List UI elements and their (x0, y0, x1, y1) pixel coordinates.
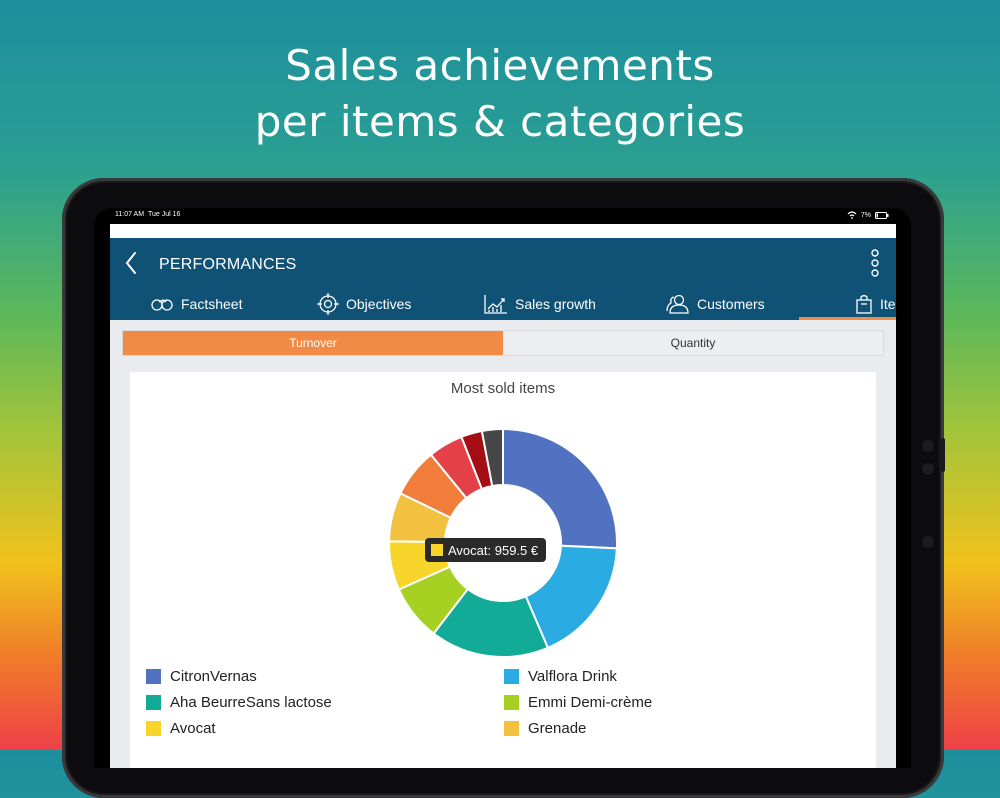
legend-label: Avocat (170, 720, 216, 737)
side-sensor (922, 536, 934, 548)
legend-swatch (504, 695, 519, 710)
battery-percent: 7% (860, 211, 871, 219)
users-icon (666, 294, 689, 314)
tooltip-swatch (431, 544, 443, 556)
legend-item[interactable]: CitronVernas (146, 668, 257, 685)
page-title: PERFORMANCES (159, 256, 297, 273)
volume-button (941, 438, 945, 472)
tab-label: Factsheet (181, 296, 243, 312)
metric-toggle: Turnover Quantity (122, 330, 884, 356)
quantity-button[interactable]: Quantity (503, 331, 883, 355)
status-right: 7% (847, 211, 889, 219)
donut-chart (387, 427, 618, 658)
chart-card: Most sold items Avocat: 959.5 € CitronVe… (130, 372, 876, 768)
tab-items[interactable]: Ite (855, 288, 896, 320)
tab-customers[interactable]: Customers (666, 288, 765, 320)
legend-item[interactable]: Valflora Drink (504, 668, 617, 685)
more-options-button[interactable] (870, 248, 880, 278)
tab-label: Ite (880, 296, 896, 312)
app-top-strip (110, 224, 896, 238)
legend-swatch (146, 721, 161, 736)
content-area: Turnover Quantity Most sold items Avocat… (110, 320, 896, 768)
app-window: PERFORMANCES Factsheet Objectives Sales … (110, 224, 896, 768)
more-vertical-icon (871, 249, 879, 277)
back-button[interactable] (122, 250, 142, 276)
battery-icon (875, 211, 889, 219)
legend-swatch (504, 669, 519, 684)
shopping-bag-icon (856, 294, 872, 314)
pie-slice[interactable] (502, 427, 618, 550)
tooltip-text: Avocat: 959.5 € (448, 542, 539, 558)
legend-item[interactable]: Avocat (146, 720, 216, 737)
handshake-icon (151, 299, 173, 311)
side-sensor (922, 463, 934, 475)
side-sensor (922, 440, 934, 452)
target-icon (317, 293, 339, 315)
turnover-button[interactable]: Turnover (123, 331, 503, 355)
legend-swatch (504, 721, 519, 736)
chart-tooltip: Avocat: 959.5 € (425, 538, 547, 562)
tablet-screen: 11:07 AM Tue Jul 16 7% PERFORMANCES Fact… (94, 208, 911, 768)
tab-sales-growth[interactable]: Sales growth (484, 288, 596, 320)
tab-factsheet[interactable]: Factsheet (150, 288, 242, 320)
legend-label: CitronVernas (170, 668, 257, 685)
status-bar: 11:07 AM Tue Jul 16 7% (94, 208, 911, 224)
legend-label: Emmi Demi-crème (528, 694, 653, 711)
chevron-left-icon (125, 252, 136, 274)
status-time: 11:07 AM Tue Jul 16 (115, 211, 181, 218)
app-header: PERFORMANCES Factsheet Objectives Sales … (110, 238, 896, 320)
legend-item[interactable]: Aha BeurreSans lactose (146, 694, 332, 711)
tab-objectives[interactable]: Objectives (317, 288, 411, 320)
marketing-headline: Sales achievements per items & categorie… (0, 38, 1000, 150)
tab-label: Objectives (346, 296, 412, 312)
legend-swatch (146, 669, 161, 684)
legend-item[interactable]: Emmi Demi-crème (504, 694, 652, 711)
tab-label: Sales growth (515, 296, 596, 312)
tab-bar: Factsheet Objectives Sales growth Custom… (110, 288, 896, 320)
tab-label: Customers (697, 296, 765, 312)
legend-swatch (146, 695, 161, 710)
legend-item[interactable]: Grenade (504, 720, 586, 737)
wifi-icon (847, 211, 857, 219)
headline-line-2: per items & categories (254, 97, 746, 146)
headline-line-1: Sales achievements (285, 41, 715, 90)
legend-label: Valflora Drink (528, 668, 617, 685)
growth-chart-icon (484, 295, 507, 314)
legend-label: Grenade (528, 720, 587, 737)
legend-label: Aha BeurreSans lactose (170, 694, 332, 711)
